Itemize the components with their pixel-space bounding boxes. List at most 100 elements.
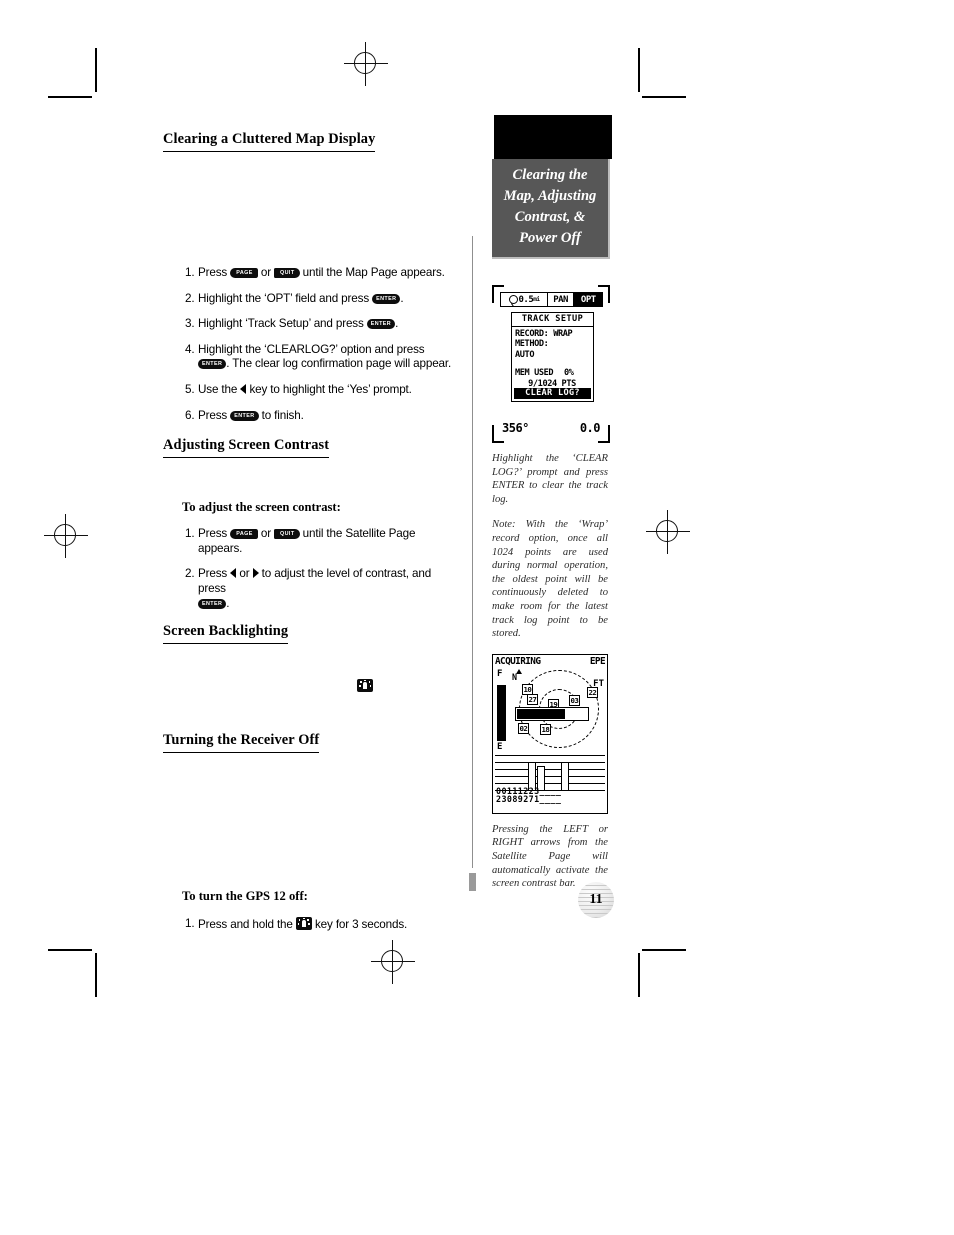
sky-satellite-label: 02 [518, 722, 529, 734]
lcd-screen-contrast-bar[interactable] [515, 706, 589, 721]
caption-wrap-note: Note: With the ‘Wrap’ record option, onc… [492, 519, 608, 640]
right-arrow-key-icon [252, 568, 259, 579]
crop-mark-bottom-left-v [95, 953, 97, 997]
lcd-fix-mark: F [497, 668, 503, 679]
lcd-dialog-title: TRACK SETUP [512, 313, 593, 327]
lcd-record-row: RECORD: WRAP [515, 329, 593, 340]
quit-key-icon: QUIT [274, 268, 300, 278]
step-number: 6. [185, 408, 195, 422]
step-text: or [260, 266, 271, 279]
step-text: . [400, 291, 404, 305]
sky-satellite-label: 27 [527, 693, 538, 705]
lcd-mem-percent: 0% [563, 368, 574, 378]
step-text: . [395, 317, 399, 331]
lcd-method-label: METHOD: [515, 339, 549, 349]
step-item: 1. Press PAGE or QUIT until the Map Page… [185, 266, 453, 281]
left-arrow-key-icon [230, 568, 237, 579]
enter-key-icon: ENTER [198, 359, 227, 370]
step-text: Press [198, 408, 228, 422]
heading-adjusting-contrast: Adjusting Screen Contrast [163, 437, 330, 459]
registration-mark-right [646, 510, 690, 554]
lcd-scale-cell: 0.5 mi [500, 292, 548, 307]
step-text: until the Map Page appears. [302, 266, 445, 279]
lcd-satellite-header: ACQUIRING EPE [493, 655, 607, 667]
lcd-mem-label: MEM USED [515, 368, 554, 378]
crop-mark-bottom-right-h [642, 949, 686, 951]
lcd-sky-view: F E FT N 10 27 19 03 22 02 18 [493, 667, 607, 753]
margin-tick-mark [469, 873, 476, 891]
backlight-key-illustration [357, 677, 453, 695]
left-arrow-key-icon [240, 383, 247, 394]
step-item: 5. Use the key to highlight the ‘Yes’ pr… [185, 383, 453, 398]
heading-clearing-map: Clearing a Cluttered Map Display [163, 131, 376, 152]
column-divider-rule [472, 236, 474, 868]
steps-adjusting-contrast: 1. Press PAGE or QUIT until the Satellit… [185, 527, 453, 611]
caption-clear-log: Highlight the ‘CLEAR LOG?’ prompt and pr… [492, 453, 608, 505]
step-item: 1. Press PAGE or QUIT until the Satellit… [185, 527, 453, 556]
signal-bar [561, 761, 569, 791]
sidebar-black-bar [494, 115, 612, 159]
sidebar-title-line: Clearing the [512, 167, 588, 183]
step-text: . The clear log confirmation page will a… [226, 357, 452, 371]
step-text: key to highlight the ‘Yes’ prompt. [249, 382, 412, 396]
step-text: Press [198, 567, 228, 581]
lcd-screenshot-satellite-page: ACQUIRING EPE F E FT N 10 27 19 03 22 02… [492, 653, 608, 814]
step-item: 2. Highlight the ‘OPT’ field and press E… [185, 292, 453, 307]
quit-key-icon: QUIT [274, 529, 300, 540]
north-arrow-icon [516, 668, 522, 674]
page-key-icon: PAGE [230, 529, 258, 540]
step-number: 2. [185, 291, 195, 305]
step-text: or [260, 527, 271, 541]
sky-satellite-label: 03 [569, 694, 580, 706]
contrast-bar-fill [517, 708, 565, 719]
chart-gridline [495, 775, 605, 778]
caption-contrast-bar: Pressing the LEFT or RIGHT arrows from t… [492, 823, 608, 890]
step-number: 5. [185, 382, 195, 396]
lcd-mem-row: MEM USED 0% [515, 368, 593, 379]
heading-receiver-off-wrap: Turning the Receiver Off [163, 731, 453, 754]
page-key-icon: PAGE [230, 268, 258, 278]
step-number: 4. [185, 342, 195, 356]
satellite-numbers-ones: 23089271____ [496, 794, 562, 805]
step-item: 1. Press and hold the key for 3 seconds. [185, 917, 453, 933]
lcd-method-value: AUTO [515, 349, 535, 360]
zoom-scale-icon [508, 295, 518, 304]
sidebar: Clearing the Map, Adjusting Contrast, & … [492, 115, 612, 891]
page-number-badge: 11 [578, 882, 614, 918]
lcd-east-mark: E [497, 741, 503, 752]
step-text: Highlight the ‘CLEARLOG?’ option and pre… [198, 342, 425, 356]
backlight-key-icon [357, 679, 373, 693]
step-text: to finish. [261, 408, 304, 422]
crop-mark-top-left-v [95, 48, 97, 92]
page-number: 11 [589, 892, 603, 907]
heading-screen-backlighting-wrap: Screen Backlighting [163, 622, 453, 645]
sky-satellite-label: 18 [540, 723, 551, 735]
step-number: 2. [185, 567, 195, 581]
enter-key-icon: ENTER [230, 410, 259, 421]
sidebar-title-line: Map, Adjusting [503, 188, 597, 204]
lcd-pan-cell: PAN [546, 292, 575, 307]
lcd-speed-value: 0.0 [579, 421, 601, 435]
lcd-footer-bar: 356° 0.0 [502, 421, 601, 435]
lcd-top-status-bar: 0.5 mi PAN OPT [500, 292, 604, 307]
step-item: 3. Highlight ‘Track Setup’ and press ENT… [185, 317, 453, 332]
step-text: Use the [198, 382, 238, 396]
step-item: 4. Highlight the ‘CLEARLOG?’ option and … [185, 343, 453, 372]
chart-gridline [495, 754, 605, 757]
step-text: Press [198, 266, 228, 279]
sidebar-chapter-title: Clearing the Map, Adjusting Contrast, & … [492, 159, 610, 259]
step-item: 2. Press or to adjust the level of contr… [185, 567, 453, 611]
lcd-clear-log-prompt: CLEAR LOG? [514, 387, 591, 399]
registration-mark-left [44, 514, 88, 558]
step-text: or [239, 567, 250, 581]
lcd-satellite-number-row: 00111223____ 23089271____ [496, 786, 562, 805]
heading-clearing-map-wrap: Clearing a Cluttered Map Display [163, 130, 453, 152]
step-text: key for 3 seconds. [314, 918, 408, 932]
crop-mark-top-right-h [642, 96, 686, 98]
subheading-gps12-off: To turn the GPS 12 off: [182, 889, 308, 904]
main-content-column: Clearing a Cluttered Map Display 1. Pres… [163, 130, 453, 944]
lcd-contrast-level-column [497, 684, 506, 741]
lcd-screenshot-track-setup: 0.5 mi PAN OPT TRACK SETUP RECORD: WRAP M… [492, 285, 610, 443]
step-text: Highlight ‘Track Setup’ and press [198, 317, 364, 331]
step-item: 6. Press ENTER to finish. [185, 409, 453, 424]
